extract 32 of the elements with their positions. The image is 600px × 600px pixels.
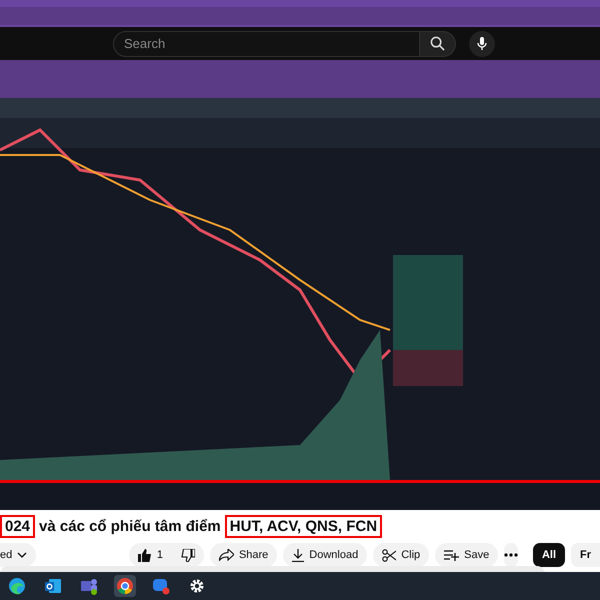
chat-app-icon (152, 577, 170, 595)
video-title: 024 và các cổ phiếu tâm điểm HUT, ACV, QNS, FCN (0, 510, 600, 540)
subscribed-button[interactable]: ed (0, 543, 36, 567)
dislike-button[interactable] (172, 543, 204, 567)
search-icon (430, 36, 445, 51)
microphone-button[interactable] (469, 30, 495, 56)
taskbar-button[interactable] (6, 575, 28, 597)
more-button[interactable] (504, 543, 518, 567)
chrome-icon (116, 577, 134, 595)
save-button[interactable]: Save (435, 543, 498, 567)
playlist-add-icon (444, 550, 460, 560)
download-icon (292, 548, 304, 562)
team-app-icon (80, 577, 98, 595)
share-button[interactable]: Share (210, 543, 278, 567)
search-button[interactable] (420, 30, 456, 56)
scissors-icon (382, 548, 396, 562)
filter-chip[interactable]: All (532, 543, 565, 567)
thumbs-up-icon (138, 548, 152, 562)
filter-chip[interactable]: Fr (571, 543, 600, 567)
share-arrow-icon (218, 549, 234, 561)
thumbs-down-icon (180, 548, 195, 562)
search-field[interactable]: Search (113, 30, 420, 56)
browser-icon (8, 577, 26, 595)
like-button[interactable]: 1 (128, 543, 172, 567)
clip-button[interactable]: Clip (373, 543, 430, 567)
more-icon (504, 553, 518, 557)
settings-icon (188, 577, 206, 595)
download-button[interactable]: Download (283, 543, 368, 567)
microphone-icon (477, 36, 487, 50)
mail-app-icon (44, 577, 62, 595)
chevron-down-icon (17, 552, 28, 558)
taskbar-button[interactable] (114, 575, 136, 597)
